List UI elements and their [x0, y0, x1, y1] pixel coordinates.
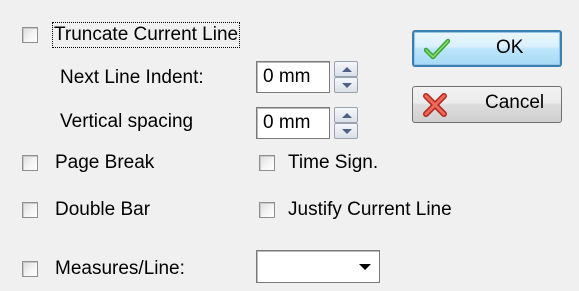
- chevron-down-icon[interactable]: [359, 264, 371, 270]
- arrow-down-icon: [342, 83, 352, 88]
- time-sign-label[interactable]: Time Sign.: [288, 152, 378, 174]
- spin-down-button[interactable]: [334, 123, 358, 139]
- cancel-button-label: Cancel: [485, 92, 545, 113]
- time-sign-checkbox[interactable]: [259, 155, 275, 171]
- truncate-current-line-checkbox[interactable]: [22, 27, 38, 43]
- arrow-down-icon: [342, 129, 352, 134]
- measures-per-line-combo[interactable]: [256, 250, 380, 283]
- vertical-spacing-label: Vertical spacing: [60, 111, 194, 132]
- double-bar-checkbox[interactable]: [22, 202, 38, 218]
- next-line-indent-input[interactable]: 0 mm: [256, 61, 330, 93]
- justify-current-line-label[interactable]: Justify Current Line: [288, 199, 452, 221]
- page-break-label[interactable]: Page Break: [55, 152, 154, 174]
- next-line-indent-label: Next Line Indent:: [60, 67, 204, 88]
- arrow-up-icon: [342, 67, 352, 72]
- next-line-indent-spinner[interactable]: [334, 61, 358, 93]
- cancel-button[interactable]: Cancel: [412, 86, 562, 123]
- page-break-checkbox[interactable]: [22, 155, 38, 171]
- double-bar-label[interactable]: Double Bar: [55, 199, 150, 221]
- arrow-up-icon: [342, 113, 352, 118]
- spin-up-button[interactable]: [334, 61, 358, 77]
- measures-per-line-label[interactable]: Measures/Line:: [55, 258, 185, 280]
- vertical-spacing-spinner[interactable]: [334, 107, 358, 139]
- close-icon: [423, 93, 447, 117]
- justify-current-line-checkbox[interactable]: [259, 202, 275, 218]
- spin-up-button[interactable]: [334, 107, 358, 123]
- ok-button[interactable]: OK: [412, 30, 562, 67]
- vertical-spacing-input[interactable]: 0 mm: [256, 107, 330, 139]
- measures-per-line-checkbox[interactable]: [22, 261, 38, 277]
- ok-button-label: OK: [496, 37, 524, 58]
- checkmark-icon: [424, 38, 450, 60]
- truncate-current-line-label[interactable]: Truncate Current Line: [51, 22, 241, 48]
- spin-down-button[interactable]: [334, 77, 358, 93]
